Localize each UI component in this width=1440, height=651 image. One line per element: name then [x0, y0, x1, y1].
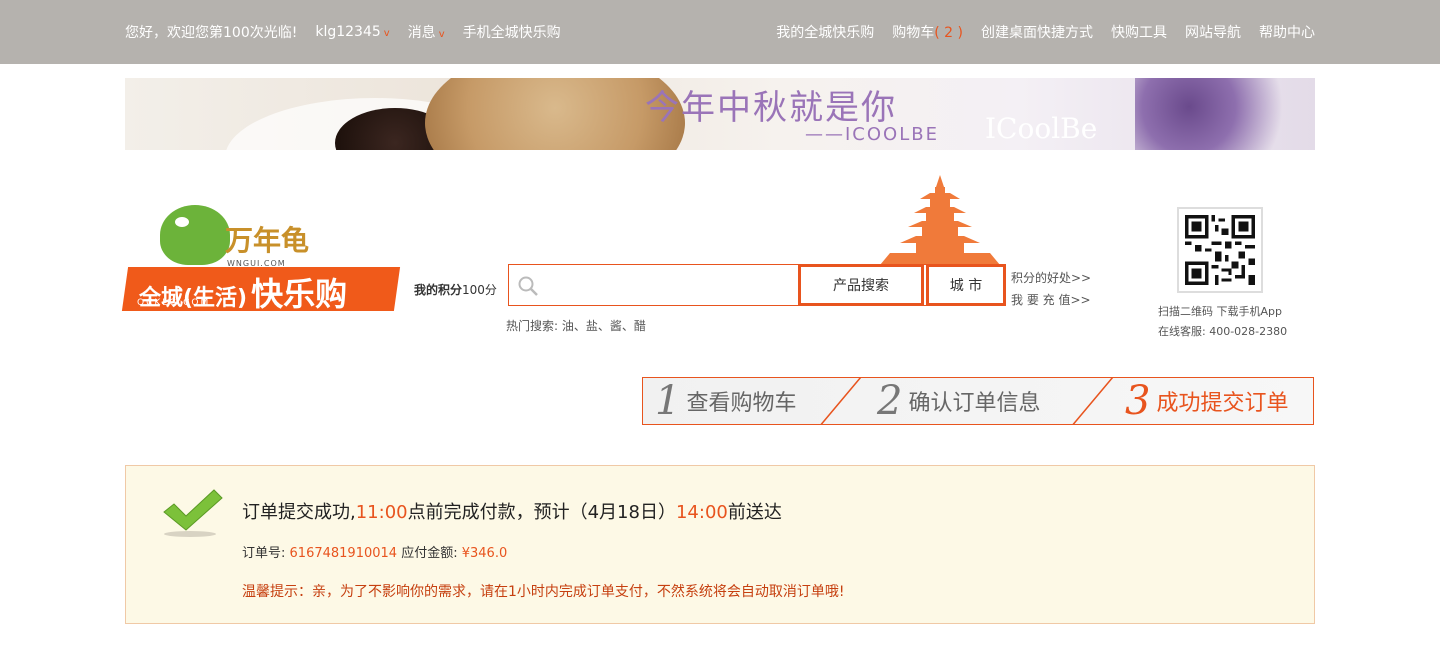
- step-label: 查看购物车: [686, 391, 797, 416]
- step-number: 2: [877, 378, 903, 424]
- amount-label: 应付金额:: [401, 546, 458, 561]
- order-steps: 1 查看购物车 2 确认订单信息 3 成功提交订单: [642, 377, 1314, 425]
- hot-search[interactable]: 热门搜索: 油、盐、酱、醋: [506, 317, 646, 334]
- messages-label: 消息: [407, 25, 436, 41]
- turtle-icon: [160, 205, 230, 265]
- username-link[interactable]: klg12345 v: [315, 24, 389, 40]
- side-links: 积分的好处>> 我 要 充 值>>: [1011, 267, 1091, 311]
- search-input[interactable]: [545, 269, 795, 301]
- step-submit-order: 3 成功提交订单: [1125, 378, 1288, 424]
- banner-sub: ——ICOOLBE: [805, 124, 939, 145]
- cart-count: ( 2 ): [934, 25, 963, 41]
- site-nav-link[interactable]: 网站导航: [1185, 22, 1241, 42]
- step-label: 确认订单信息: [908, 391, 1041, 416]
- points-benefit-link[interactable]: 积分的好处>>: [1011, 267, 1091, 289]
- site-logo[interactable]: 万年龟 WNGUI.COM 全城(生活) 快乐购 QCKLG.COM: [121, 205, 401, 315]
- username: klg12345: [315, 24, 381, 40]
- promo-banner[interactable]: 今年中秋就是你 ——ICOOLBE ICoolBe: [125, 78, 1315, 150]
- step-number: 3: [1125, 378, 1151, 424]
- desktop-shortcut-link[interactable]: 创建桌面快捷方式: [981, 22, 1093, 42]
- chevron-down-icon: v: [438, 29, 445, 40]
- product-search-button[interactable]: 产品搜索: [798, 264, 924, 306]
- cart-link[interactable]: 购物车( 2 ): [892, 22, 963, 42]
- turtle-eye: [175, 217, 189, 227]
- messages-link[interactable]: 消息 v: [408, 22, 445, 42]
- step-view-cart: 1 查看购物车: [655, 378, 796, 424]
- title-prefix: 订单提交成功,: [242, 502, 356, 523]
- checkmark-icon: [163, 489, 223, 537]
- logo-wannian: 万年龟: [225, 224, 310, 257]
- tools-link[interactable]: 快购工具: [1111, 22, 1167, 42]
- welcome-text: 您好，欢迎您第100次光临!: [125, 25, 298, 41]
- title-mid: 点前完成付款，预计（4月18日）: [407, 502, 676, 523]
- points-value: 100分: [462, 283, 497, 297]
- order-info: 订单号: 6167481910014 应付金额: ¥346.0: [242, 542, 507, 561]
- order-success-notice: 订单提交成功,11:00点前完成付款，预计（4月18日）14:00前送达 订单号…: [125, 465, 1315, 624]
- payment-deadline: 11:00: [355, 502, 408, 523]
- title-suffix: 前送达: [727, 502, 782, 523]
- help-link[interactable]: 帮助中心: [1259, 22, 1315, 42]
- qr-download-text: 扫描二维码 下载手机App: [1158, 305, 1282, 318]
- top-bar: 您好，欢迎您第100次光临! klg12345 v 消息 v 手机全城快乐购 我的全…: [0, 0, 1440, 64]
- banner-brand: ICoolBe: [985, 112, 1098, 145]
- points-display: 我的积分100分: [414, 281, 497, 298]
- amount-value: ¥346.0: [461, 546, 508, 561]
- logo-main-big: 快乐购: [251, 275, 348, 313]
- chevron-down-icon: v: [383, 28, 390, 39]
- step-number: 1: [655, 378, 681, 424]
- step-divider: [1069, 378, 1115, 424]
- qr-text: 扫描二维码 下载手机App 在线客服: 400-028-2380: [1158, 302, 1287, 342]
- step-confirm-order: 2 确认订单信息: [877, 378, 1040, 424]
- logo-text: 全城(生活) 快乐购: [139, 269, 347, 315]
- city-button[interactable]: 城 市: [926, 264, 1006, 306]
- search-icon: [518, 276, 538, 296]
- qr-code: [1177, 207, 1263, 293]
- step-label: 成功提交订单: [1156, 391, 1289, 416]
- cart-label: 购物车: [892, 25, 935, 41]
- qr-code-icon: [1185, 215, 1255, 285]
- order-number-label: 订单号:: [242, 546, 286, 561]
- warm-tip: 温馨提示：亲，为了不影响你的需求，请在1小时内完成订单支付，不然系统将会自动取消…: [242, 584, 845, 600]
- points-label: 我的积分: [414, 283, 463, 297]
- recharge-link[interactable]: 我 要 充 值>>: [1011, 289, 1091, 311]
- lavender-image: [1135, 78, 1315, 150]
- order-success-title: 订单提交成功,11:00点前完成付款，预计（4月18日）14:00前送达: [242, 498, 782, 524]
- banner-slogan: 今年中秋就是你: [645, 88, 897, 128]
- order-number: 6167481910014: [289, 546, 398, 561]
- mobile-link[interactable]: 手机全城快乐购: [463, 22, 561, 42]
- step-divider: [817, 378, 863, 424]
- logo-domain: QCKLG.COM: [137, 298, 211, 308]
- delivery-time: 14:00: [675, 502, 728, 523]
- customer-service-text: 在线客服: 400-028-2380: [1158, 325, 1288, 338]
- my-account-link[interactable]: 我的全城快乐购: [776, 22, 874, 42]
- pagoda-icon: [880, 175, 1000, 265]
